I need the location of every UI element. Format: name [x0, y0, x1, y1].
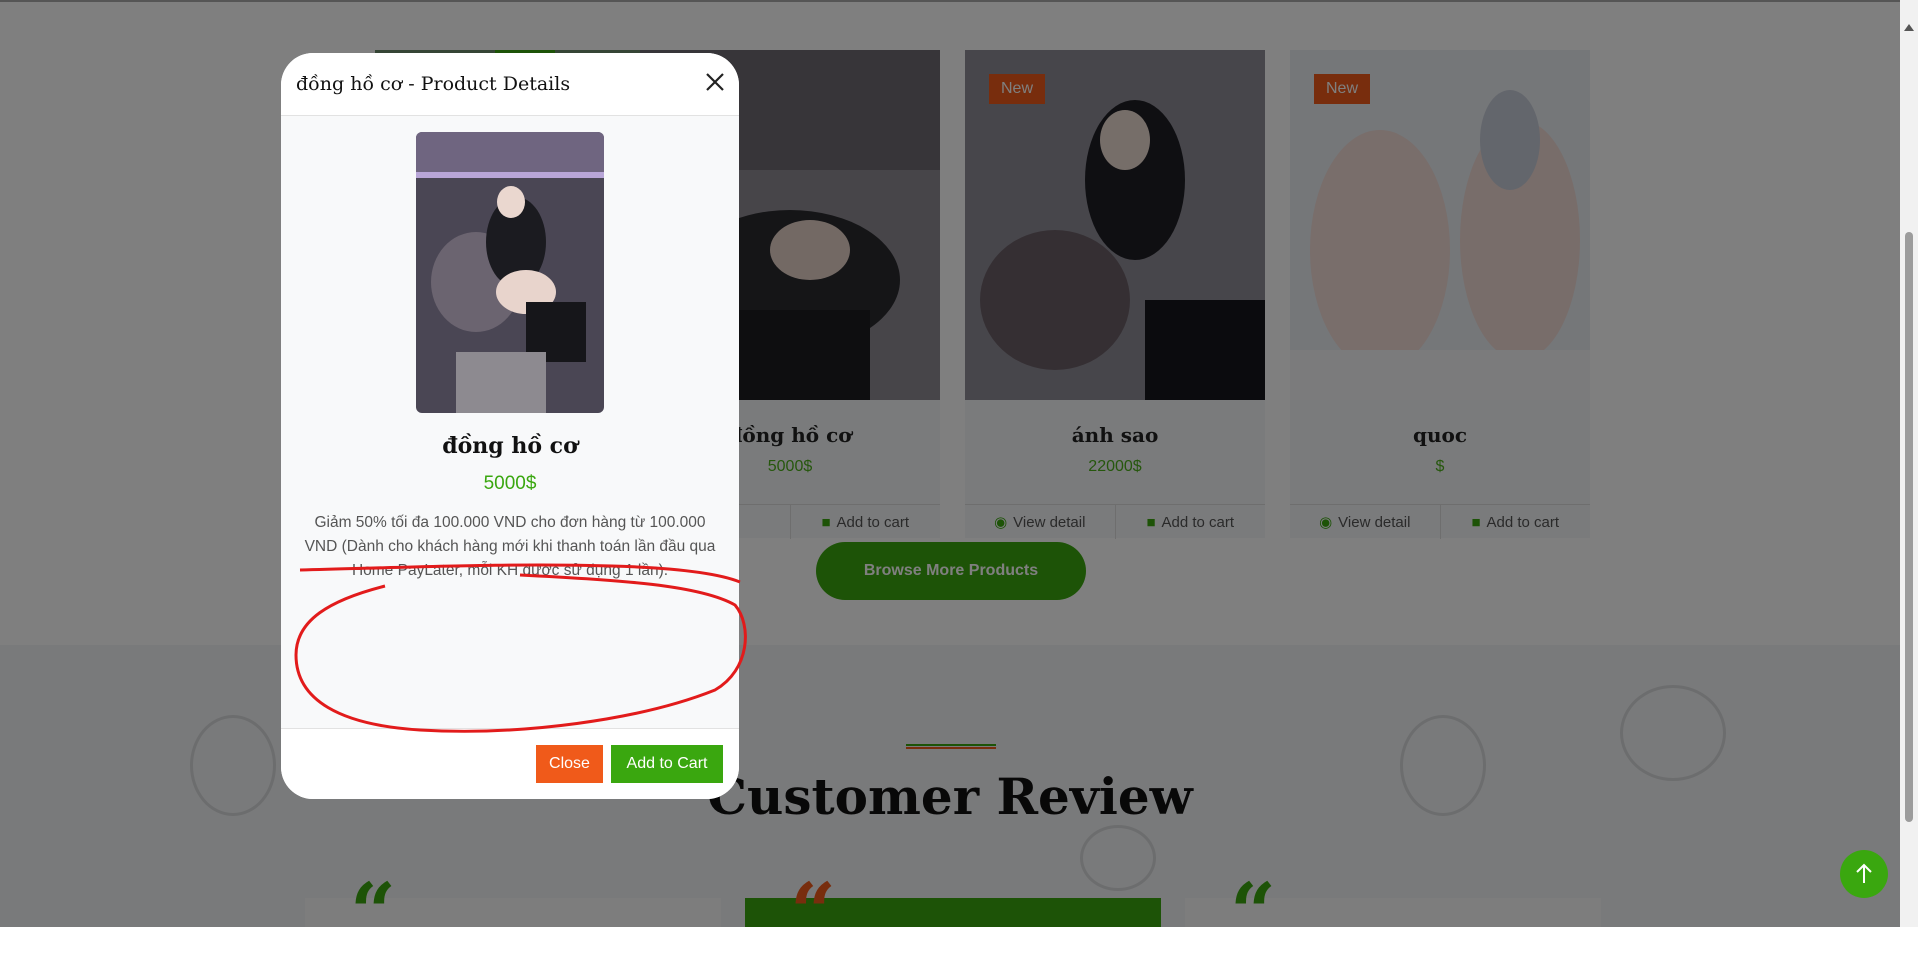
- product-price: 5000$: [483, 473, 537, 494]
- product-details-modal: đồng hồ cơ - Product Details đồng hồ cơ …: [281, 53, 739, 799]
- add-to-cart-button[interactable]: Add to Cart: [611, 745, 723, 783]
- modal-title: đồng hồ cơ - Product Details: [296, 73, 571, 95]
- arrow-up-icon: [1856, 863, 1872, 883]
- back-to-top-button[interactable]: [1840, 850, 1888, 898]
- close-icon[interactable]: [703, 70, 727, 94]
- modal-header: đồng hồ cơ - Product Details: [281, 53, 739, 116]
- product-name: đồng hồ cơ: [442, 433, 578, 459]
- product-description: Giảm 50% tối đa 100.000 VND cho đơn hàng…: [304, 514, 716, 579]
- page-scrollbar[interactable]: [1900, 0, 1918, 927]
- product-image: [416, 132, 604, 413]
- close-button[interactable]: Close: [536, 745, 603, 783]
- scrollbar-thumb[interactable]: [1905, 232, 1913, 822]
- browser-top-border: [0, 0, 1900, 2]
- scroll-up-arrow-icon[interactable]: [1904, 24, 1914, 31]
